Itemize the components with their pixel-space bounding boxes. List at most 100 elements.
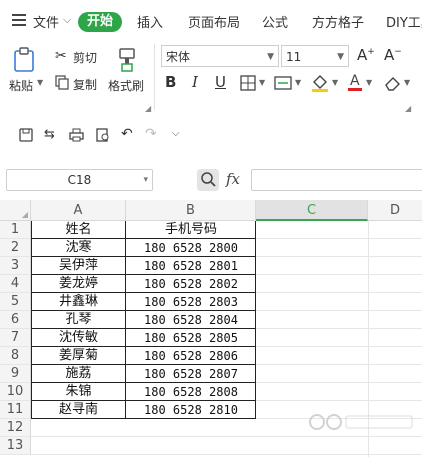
magnifier-icon [200,171,216,190]
dialog-launcher-icon[interactable]: ◢ [145,104,151,113]
table-cell-name[interactable]: 孔琴 [31,311,126,329]
decrease-font-icon[interactable]: A− [384,46,402,64]
name-box[interactable]: C18 ▾ [6,169,153,191]
table-cell-phone[interactable]: 180 6528 2807 [126,365,256,383]
svg-text:A: A [350,73,360,89]
scissors-icon[interactable]: ✂ [55,48,67,64]
chevron-down-icon[interactable]: ▼ [366,78,372,87]
table-cell-name[interactable]: 井鑫琳 [31,293,126,311]
tab-page-layout[interactable]: 页面布局 [188,12,240,31]
paste-label[interactable]: 粘贴 [9,77,33,94]
header-cell-phone[interactable]: 手机号码 [126,221,256,239]
print-preview-icon[interactable] [96,128,110,145]
formula-input[interactable] [251,169,422,191]
row-header[interactable]: 5 [0,293,31,311]
row-header[interactable]: 7 [0,329,31,347]
row-header[interactable]: 11 [0,401,31,419]
column-header-b[interactable]: B [126,200,256,221]
select-all-corner[interactable]: ◢ [0,200,31,221]
customize-toolbar-icon[interactable]: ⌵ [172,128,180,139]
tab-diy-tools[interactable]: DIY工具 [386,12,422,31]
chevron-down-icon[interactable]: ▼ [259,78,265,87]
chevron-down-icon: ▼ [267,52,274,62]
column-header-c[interactable]: C [256,200,368,221]
table-cell-phone[interactable]: 180 6528 2805 [126,329,256,347]
chevron-down-icon[interactable]: ⌵ [63,13,71,27]
font-size-select[interactable]: 11 ▼ [281,45,349,67]
fill-color-icon[interactable] [311,73,329,96]
table-cell-phone[interactable]: 180 6528 2806 [126,347,256,365]
table-cell-name[interactable]: 赵寻南 [31,401,126,419]
format-painter-icon[interactable] [117,47,139,76]
row-header[interactable]: 1 [0,221,31,239]
row-header[interactable]: 8 [0,347,31,365]
undo-icon[interactable]: ↶ [121,126,133,142]
chevron-down-icon: ▼ [337,52,344,62]
font-name-select[interactable]: 宋体 ▼ [161,45,279,67]
row-header[interactable]: 3 [0,257,31,275]
borders-icon[interactable] [240,75,256,94]
chevron-down-icon[interactable]: ▼ [404,78,410,87]
print-icon[interactable] [69,128,84,145]
table-cell-phone[interactable]: 180 6528 2803 [126,293,256,311]
tab-start[interactable]: 开始 [78,12,122,32]
table-cell-phone[interactable]: 180 6528 2808 [126,383,256,401]
row-header[interactable]: 12 [0,419,31,437]
table-cell-name[interactable]: 施荔 [31,365,126,383]
table-cell-name[interactable]: 朱锦 [31,383,126,401]
table-cell-name[interactable]: 姜厚菊 [31,347,126,365]
tab-formulas[interactable]: 公式 [262,12,288,31]
zoom-formula-button[interactable] [197,169,219,191]
cut-label[interactable]: 剪切 [73,49,97,66]
italic-icon[interactable]: I [192,73,198,91]
row-header[interactable]: 6 [0,311,31,329]
format-painter-label[interactable]: 格式刷 [108,77,144,94]
chevron-down-icon[interactable]: ▼ [295,78,301,87]
row-header[interactable]: 10 [0,383,31,401]
header-cell-name[interactable]: 姓名 [31,221,126,239]
paste-icon[interactable] [13,47,35,76]
font-name-value: 宋体 [166,50,191,64]
tab-fangfang-grid[interactable]: 方方格子 [312,12,364,31]
table-cell-phone[interactable]: 180 6528 2802 [126,275,256,293]
table-cell-phone[interactable]: 180 6528 2800 [126,239,256,257]
table-cell-name[interactable]: 吴伊萍 [31,257,126,275]
watermark-logo [308,410,418,434]
underline-icon[interactable]: U [215,73,226,91]
table-cell-name[interactable]: 姜龙婷 [31,275,126,293]
increase-font-icon[interactable]: A+ [357,46,375,64]
row-header[interactable]: 9 [0,365,31,383]
export-pdf-icon[interactable]: ⇆ [44,127,55,142]
column-header-d[interactable]: D [368,200,422,221]
redo-icon[interactable]: ↷ [145,126,157,142]
dialog-launcher-icon[interactable]: ◢ [405,104,411,113]
menu-file[interactable]: 文件 [33,12,59,31]
table-cell-phone[interactable]: 180 6528 2804 [126,311,256,329]
column-header-a[interactable]: A [31,200,126,221]
ribbon: 粘贴 ▼ ✂ 剪切 复制 格式刷 宋体 ▼ 11 ▼ A+ A− B I U ▼… [0,40,422,118]
row-header[interactable]: 4 [0,275,31,293]
fx-label[interactable]: fx [226,170,240,188]
copy-icon[interactable] [55,75,69,93]
gridline [31,436,422,437]
row-header[interactable]: 13 [0,437,31,455]
column-header-label: C [306,203,317,218]
tab-insert[interactable]: 插入 [137,12,163,31]
copy-label[interactable]: 复制 [73,76,97,93]
table-cell-phone[interactable]: 180 6528 2801 [126,257,256,275]
column-header-label: B [186,203,195,218]
bold-icon[interactable]: B [165,73,176,91]
table-cell-phone[interactable]: 180 6528 2810 [126,401,256,419]
hamburger-menu-icon[interactable] [12,14,26,29]
paste-dropdown-icon[interactable]: ▼ [37,78,43,87]
chevron-down-icon[interactable]: ▼ [332,78,338,87]
merge-cells-icon[interactable] [274,75,292,94]
eraser-icon[interactable] [384,75,402,94]
font-color-icon[interactable]: A [347,72,363,95]
table-cell-name[interactable]: 沈寒 [31,239,126,257]
row-header[interactable]: 2 [0,239,31,257]
save-icon[interactable] [19,128,33,145]
table-cell-name[interactable]: 沈传敏 [31,329,126,347]
column-header-label: D [389,203,400,218]
column-header-label: A [73,203,83,218]
